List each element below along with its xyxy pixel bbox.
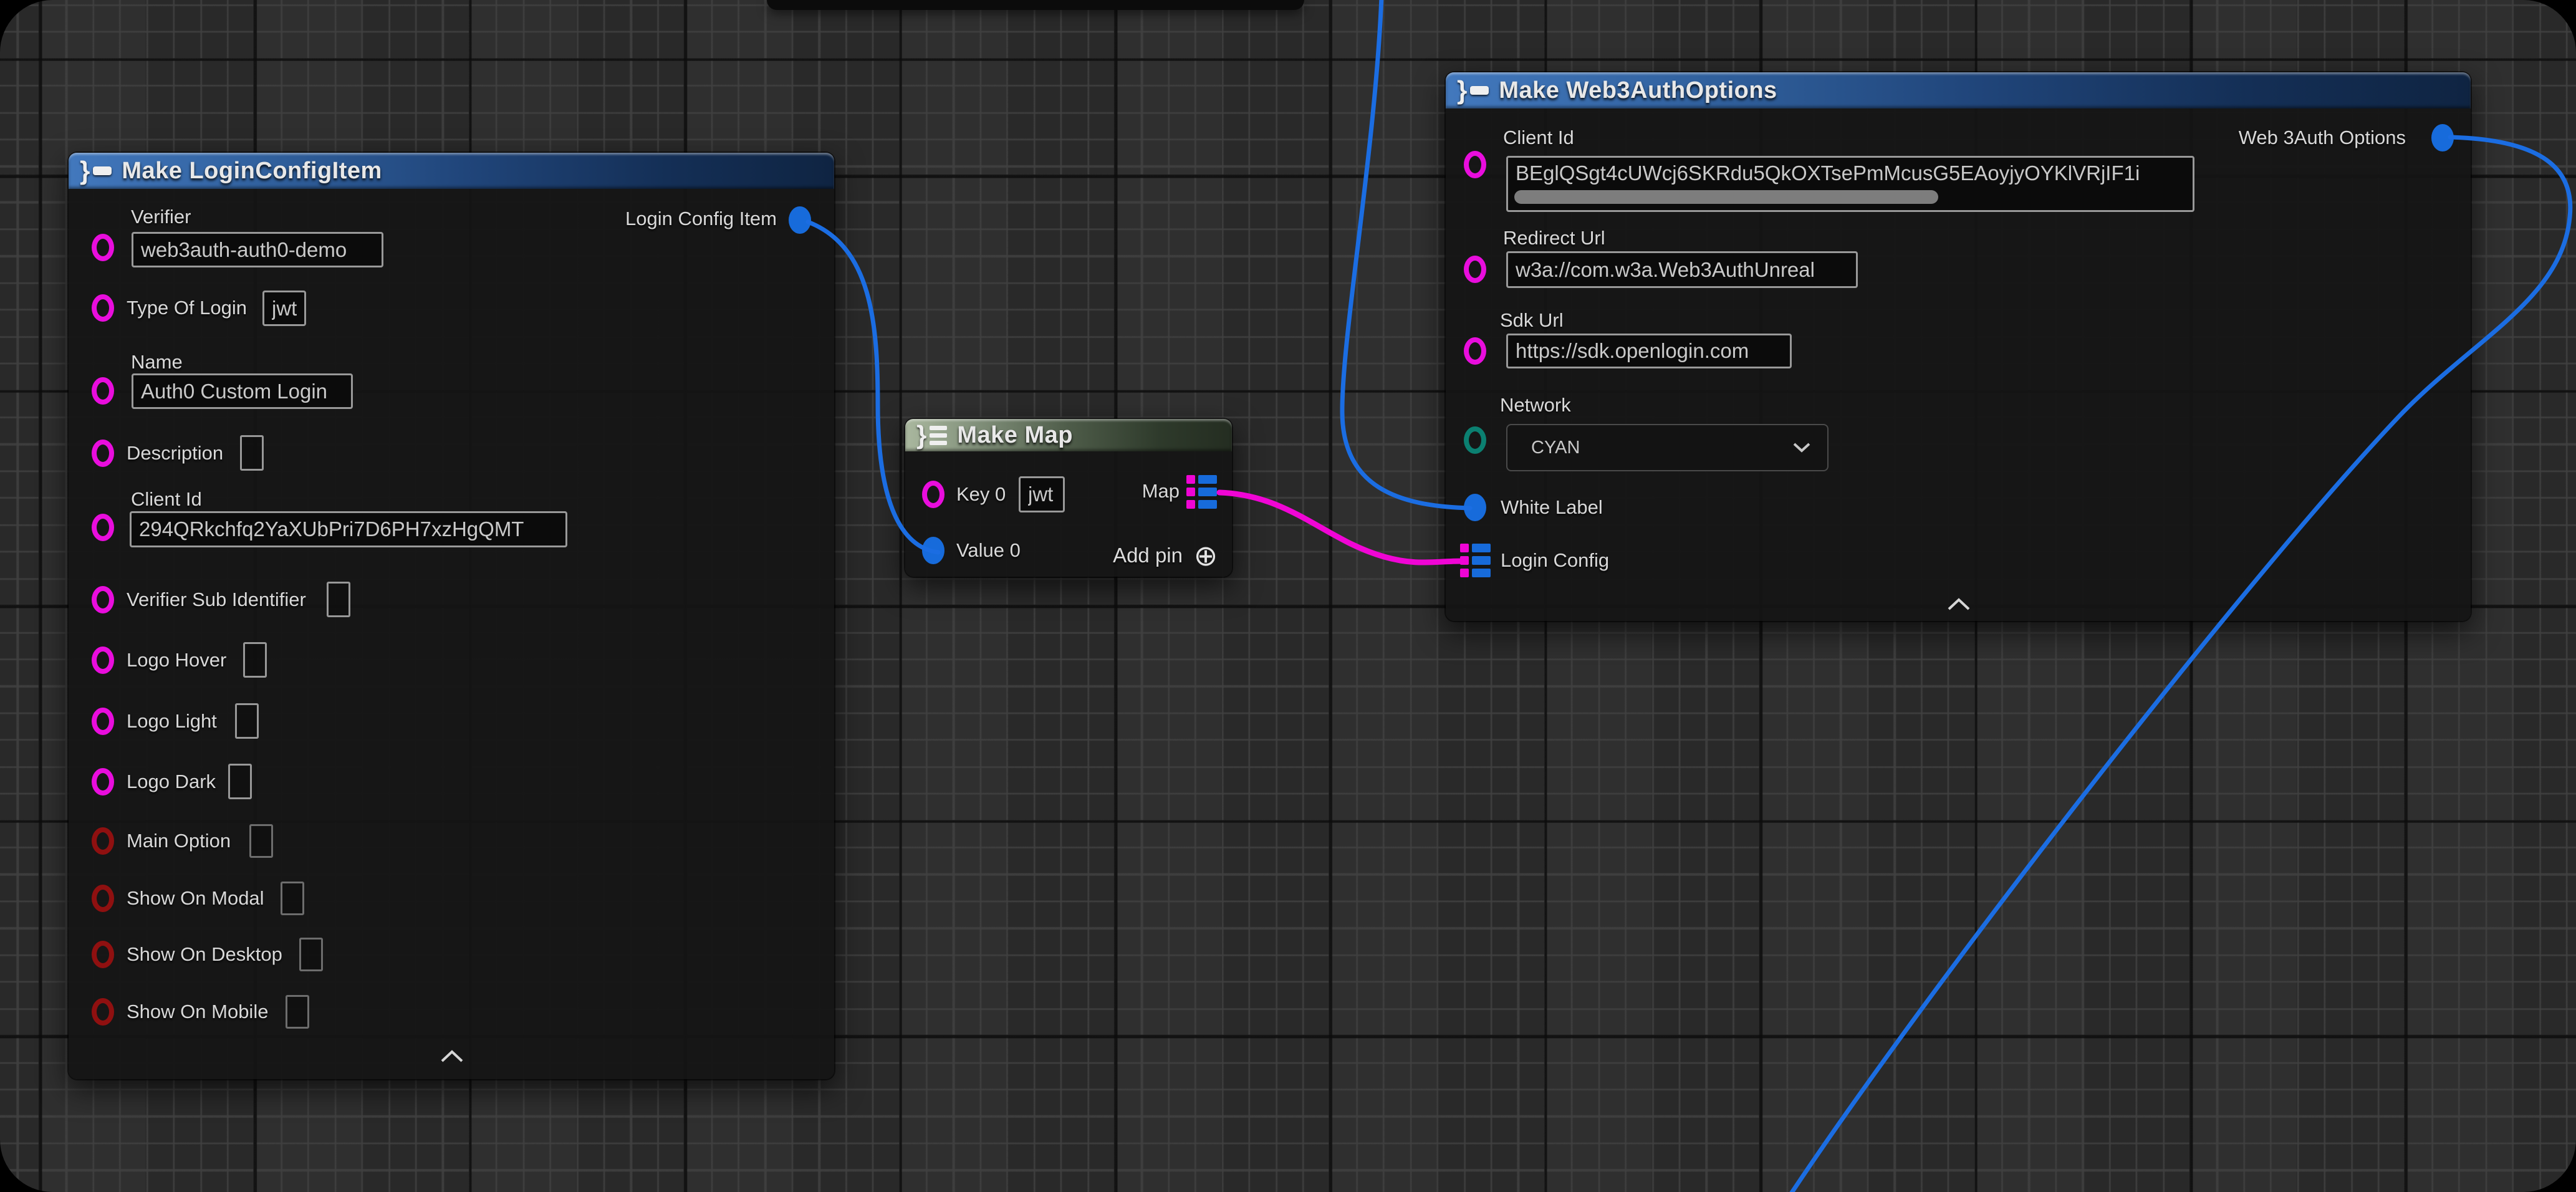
logo-light-input[interactable] (235, 703, 259, 739)
pin-label-main-option: Main Option (127, 829, 231, 853)
node-make-loginconfigitem[interactable]: } Make LoginConfigItem Login Config Item… (69, 153, 834, 1079)
input-pin-white-label[interactable] (1464, 494, 1486, 521)
pin-label-client-id: Client Id (1503, 126, 1574, 150)
node-header-make-loginconfigitem[interactable]: } Make LoginConfigItem (69, 153, 834, 189)
pin-label-verifier-sub-identifier: Verifier Sub Identifier (127, 588, 306, 612)
pin-label-key-0: Key 0 (956, 483, 1006, 506)
pin-label-login-config: Login Config (1501, 549, 1609, 572)
input-pin-verifier[interactable] (92, 234, 114, 261)
pin-label-map-output: Map (1142, 479, 1180, 503)
show-on-mobile-checkbox[interactable] (286, 995, 309, 1029)
pin-label-network: Network (1500, 393, 1571, 417)
redirect-url-input[interactable] (1506, 251, 1858, 288)
pin-label-sdk-url: Sdk Url (1500, 309, 1564, 332)
node-title: Make Map (957, 422, 1073, 449)
pin-label-show-on-modal: Show On Modal (127, 887, 264, 910)
make-struct-icon: } (80, 158, 112, 184)
input-pin-logo-light[interactable] (92, 708, 114, 735)
description-input[interactable] (240, 435, 264, 471)
make-map-icon: } (916, 422, 947, 448)
show-on-modal-checkbox[interactable] (281, 882, 304, 915)
input-pin-show-on-desktop[interactable] (92, 941, 114, 968)
pin-label-white-label: White Label (1501, 496, 1603, 519)
add-pin-plus-icon[interactable]: ⊕ (1191, 541, 1220, 570)
logo-hover-input[interactable] (243, 642, 267, 678)
output-pin-login-config-item[interactable] (789, 206, 811, 234)
input-pin-type-of-login[interactable] (92, 294, 114, 322)
type-of-login-input[interactable] (262, 291, 306, 326)
network-select[interactable]: CYAN (1506, 424, 1829, 471)
collapse-node-chevron-icon[interactable] (440, 1049, 464, 1063)
pin-label-redirect-url: Redirect Url (1503, 226, 1605, 250)
add-pin-button[interactable]: Add pin (1113, 541, 1183, 570)
pin-label-logo-dark: Logo Dark (127, 770, 216, 794)
main-option-checkbox[interactable] (249, 824, 273, 858)
wire-map-to-login-config[interactable] (1219, 493, 1463, 562)
pin-label-value-0: Value 0 (956, 539, 1021, 562)
input-pin-logo-hover[interactable] (92, 646, 114, 674)
input-pin-client-id[interactable] (1464, 151, 1486, 178)
client-id-input[interactable]: BEglQSgt4cUWcj6SKRdu5QkOXTsePmMcusG5EAoy… (1506, 156, 2194, 212)
output-pin-label: Web 3Auth Options (2239, 126, 2406, 150)
pin-label-name: Name (131, 350, 183, 374)
output-pin-web3auth-options[interactable] (2431, 124, 2454, 151)
pin-label-show-on-mobile: Show On Mobile (127, 1000, 268, 1024)
make-struct-icon: } (1457, 77, 1489, 103)
node-header-make-web3authoptions[interactable]: } Make Web3AuthOptions (1446, 72, 2471, 108)
input-pin-client-id[interactable] (92, 514, 114, 541)
text-scrollbar[interactable] (1514, 190, 1938, 204)
input-pin-login-config[interactable] (1460, 544, 1491, 578)
pin-label-logo-hover: Logo Hover (127, 648, 226, 672)
pin-label-client-id: Client Id (131, 488, 202, 511)
input-pin-name[interactable] (92, 377, 114, 405)
input-pin-redirect-url[interactable] (1464, 256, 1486, 283)
collapse-node-chevron-icon[interactable] (1947, 597, 1971, 611)
node-header-make-map[interactable]: } Make Map (905, 419, 1232, 451)
input-pin-logo-dark[interactable] (92, 768, 114, 795)
node-make-map[interactable]: } Make Map Key 0 Map Value 0 Add pin ⊕ (905, 419, 1232, 577)
node-make-web3authoptions[interactable]: } Make Web3AuthOptions Web 3Auth Options… (1446, 72, 2471, 621)
input-pin-main-option[interactable] (92, 827, 114, 855)
pin-label-verifier: Verifier (131, 205, 191, 229)
node-title: Make Web3AuthOptions (1499, 77, 1777, 104)
name-input[interactable] (132, 373, 353, 409)
pin-label-show-on-desktop: Show On Desktop (127, 943, 282, 966)
input-pin-network[interactable] (1464, 426, 1486, 454)
key-0-input[interactable] (1019, 476, 1065, 512)
input-pin-value-0[interactable] (922, 537, 944, 564)
verifier-input[interactable] (132, 232, 383, 267)
input-pin-verifier-sub-identifier[interactable] (92, 586, 114, 613)
pin-label-description: Description (127, 441, 223, 465)
client-id-input[interactable] (130, 511, 567, 547)
input-pin-show-on-modal[interactable] (92, 885, 114, 912)
input-pin-sdk-url[interactable] (1464, 337, 1486, 365)
verifier-sub-identifier-input[interactable] (327, 582, 350, 617)
chevron-down-icon (1792, 442, 1811, 453)
input-pin-key-0[interactable] (922, 481, 944, 508)
network-selected-value: CYAN (1531, 438, 1580, 458)
pin-label-logo-light: Logo Light (127, 709, 217, 733)
output-pin-map[interactable] (1186, 475, 1217, 509)
input-pin-show-on-mobile[interactable] (92, 998, 114, 1026)
offscreen-node-bottom-edge[interactable] (767, 0, 1304, 10)
sdk-url-input[interactable] (1506, 334, 1792, 368)
output-pin-label: Login Config Item (625, 207, 777, 231)
pin-label-type-of-login: Type Of Login (127, 296, 247, 320)
input-pin-description[interactable] (92, 440, 114, 467)
blueprint-graph-canvas[interactable]: } Make LoginConfigItem Login Config Item… (0, 0, 2576, 1192)
node-title: Make LoginConfigItem (122, 158, 382, 185)
show-on-desktop-checkbox[interactable] (299, 938, 323, 971)
logo-dark-input[interactable] (228, 764, 252, 799)
